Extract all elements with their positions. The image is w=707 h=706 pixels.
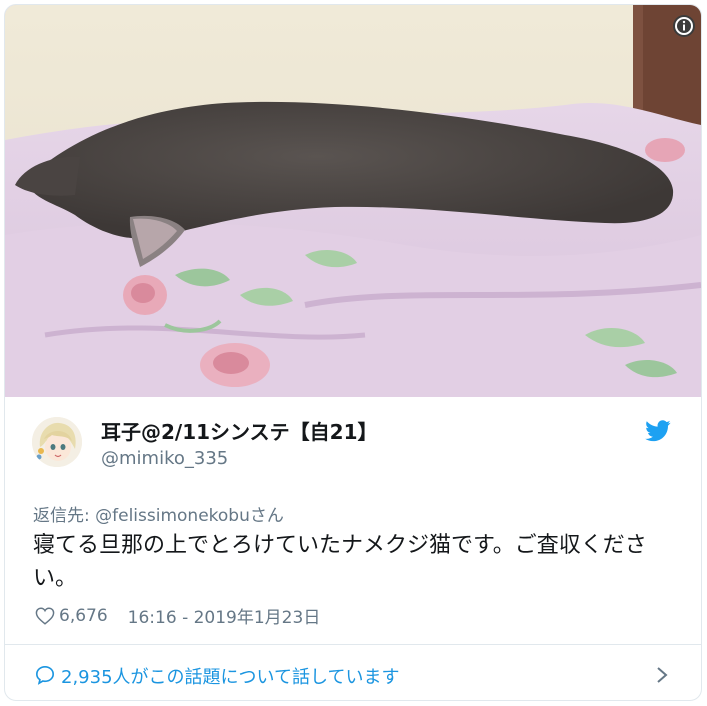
speech-bubble-icon <box>35 665 55 685</box>
embedded-tweet-card[interactable]: 耳子@2/11シンステ【自21】 @mimiko_335 返信先: @felis… <box>4 4 702 701</box>
like-count[interactable]: 6,676 <box>59 606 108 626</box>
conversation-footer[interactable]: 2,935人がこの話題について話しています <box>5 645 701 700</box>
reply-suffix: さん <box>249 506 284 526</box>
conversation-count-link[interactable]: 2,935人がこの話題について話しています <box>61 663 399 689</box>
twitter-bird-icon[interactable] <box>645 420 671 442</box>
avatar[interactable] <box>32 417 82 467</box>
tweet-photo[interactable] <box>5 5 701 397</box>
tweet-author-header: 耳子@2/11シンステ【自21】 @mimiko_335 <box>5 397 701 487</box>
chevron-right-icon[interactable] <box>655 665 669 685</box>
reply-mention-link[interactable]: @felissimonekobu <box>95 506 250 526</box>
author-handle[interactable]: @mimiko_335 <box>101 448 228 469</box>
reply-label: 返信先: <box>33 506 96 526</box>
tweet-meta: 6,676 16:16 - 2019年1月23日 <box>35 603 320 628</box>
info-icon[interactable] <box>673 15 695 37</box>
heart-icon[interactable] <box>35 606 55 625</box>
reply-to-line: 返信先: @felissimonekobuさん <box>33 501 284 526</box>
timestamp-link[interactable]: 16:16 - 2019年1月23日 <box>128 603 321 628</box>
sleeping-cat-photo <box>5 5 701 397</box>
author-name[interactable]: 耳子@2/11シンステ【自21】 <box>101 416 378 445</box>
tweet-text: 寝てる旦那の上でとろけていたナメクジ猫です。ご査収ください。 <box>33 533 647 591</box>
